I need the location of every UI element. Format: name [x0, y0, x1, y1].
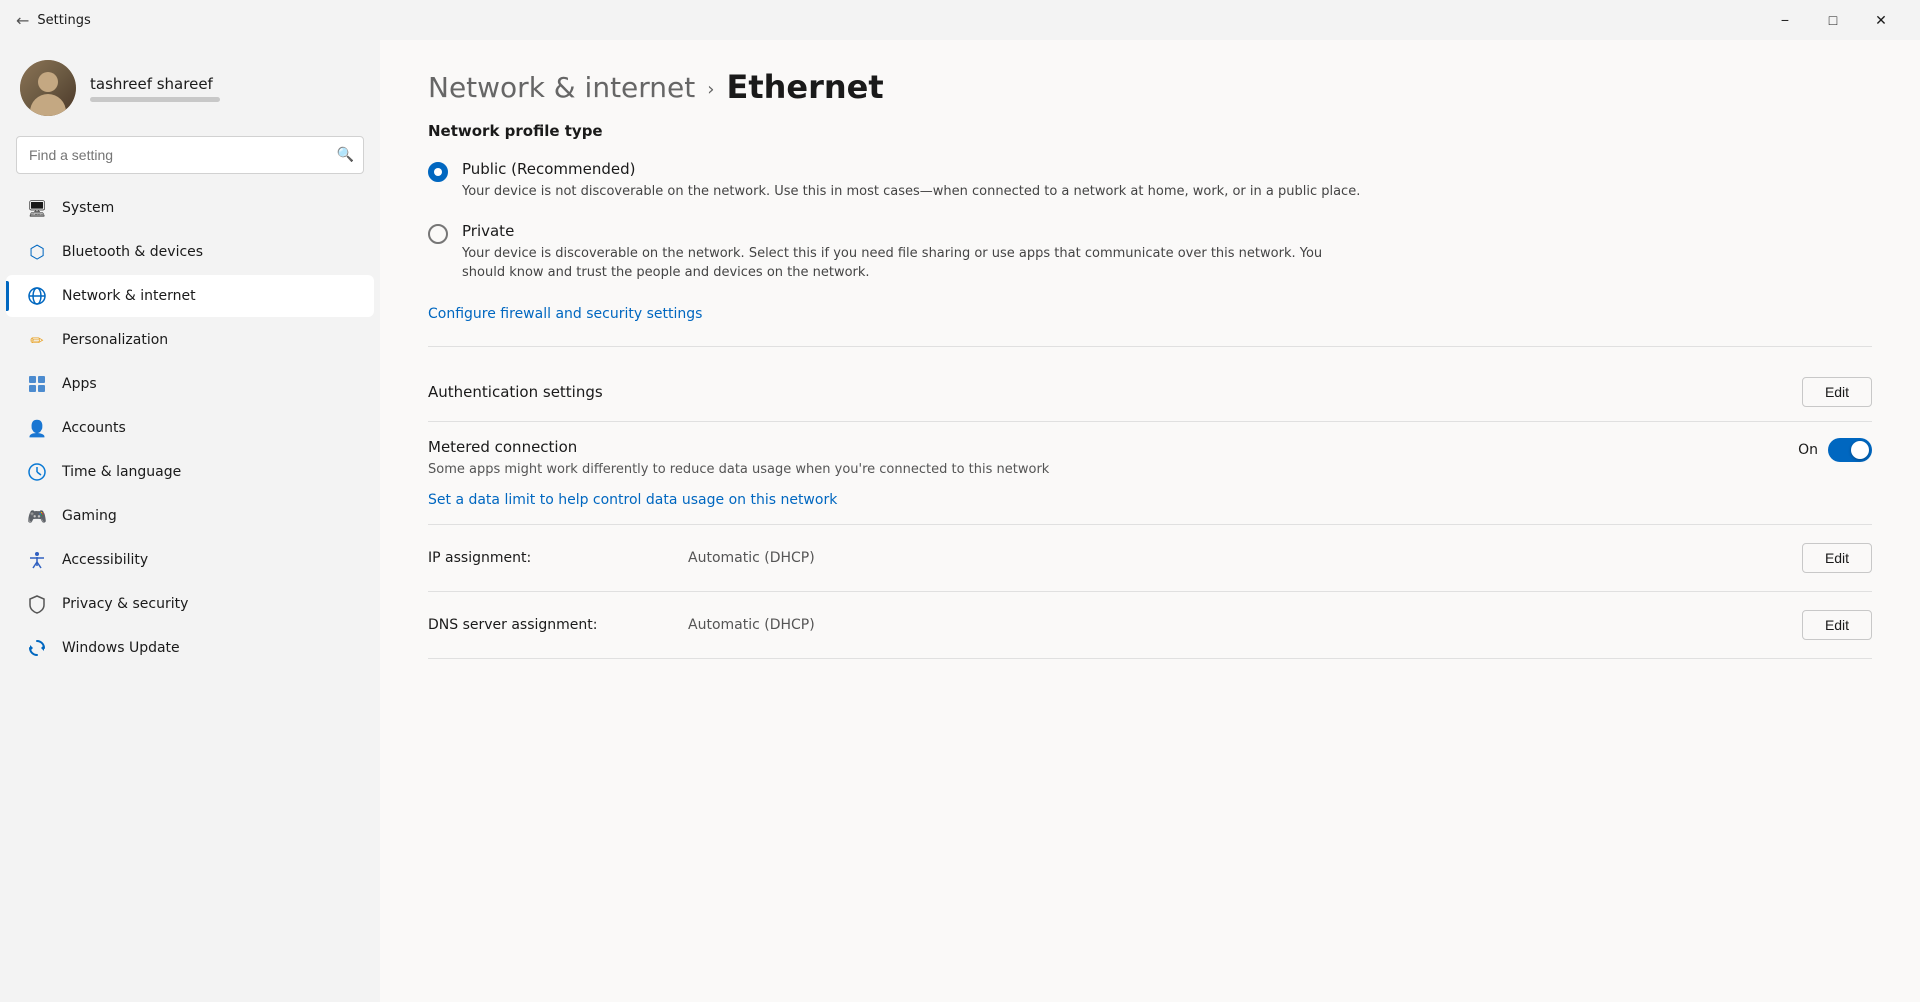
sidebar-item-label-update: Windows Update	[62, 640, 180, 656]
dns-row: DNS server assignment: Automatic (DHCP) …	[428, 592, 1872, 659]
breadcrumb-current: Ethernet	[726, 68, 883, 106]
sidebar-item-label-accessibility: Accessibility	[62, 552, 148, 568]
apps-icon	[26, 373, 48, 395]
sidebar-item-bluetooth[interactable]: ⬡ Bluetooth & devices	[6, 231, 374, 273]
profile-section-title: Network profile type	[428, 122, 1872, 140]
metered-label: Metered connection	[428, 438, 1049, 456]
breadcrumb: Network & internet › Ethernet	[380, 40, 1920, 122]
breadcrumb-separator: ›	[707, 79, 714, 100]
dns-value: Automatic (DHCP)	[688, 617, 1802, 633]
profile-section: Network profile type Public (Recommended…	[428, 122, 1872, 322]
sidebar-item-label-accounts: Accounts	[62, 420, 126, 436]
search-input[interactable]	[16, 136, 364, 174]
content-inner: Network profile type Public (Recommended…	[380, 122, 1920, 699]
search-box: 🔍	[16, 136, 364, 174]
divider-1	[428, 346, 1872, 347]
sidebar-item-gaming[interactable]: 🎮 Gaming	[6, 495, 374, 537]
sidebar-item-label-apps: Apps	[62, 376, 97, 392]
metered-link-container: Set a data limit to help control data us…	[428, 489, 1872, 508]
time-icon	[26, 461, 48, 483]
metered-desc: Some apps might work differently to redu…	[428, 462, 1049, 477]
ip-assignment-key: IP assignment:	[428, 550, 688, 566]
auth-label: Authentication settings	[428, 383, 603, 401]
ip-edit-button[interactable]: Edit	[1802, 543, 1872, 573]
sidebar-item-update[interactable]: Windows Update	[6, 627, 374, 669]
sidebar-item-privacy[interactable]: Privacy & security	[6, 583, 374, 625]
public-desc: Your device is not discoverable on the n…	[462, 182, 1360, 202]
content-area: Network & internet › Ethernet Network pr…	[380, 40, 1920, 1002]
data-limit-link[interactable]: Set a data limit to help control data us…	[428, 492, 837, 508]
maximize-button[interactable]: □	[1810, 4, 1856, 36]
avatar[interactable]	[20, 60, 76, 116]
user-info: tashreef shareef	[90, 75, 220, 102]
sidebar-item-label-time: Time & language	[62, 464, 181, 480]
public-text-group: Public (Recommended) Your device is not …	[462, 160, 1360, 202]
sidebar-item-time[interactable]: Time & language	[6, 451, 374, 493]
sidebar-item-label-gaming: Gaming	[62, 508, 117, 524]
sidebar-item-accessibility[interactable]: Accessibility	[6, 539, 374, 581]
public-radio-option[interactable]: Public (Recommended) Your device is not …	[428, 160, 1872, 202]
private-desc: Your device is discoverable on the netwo…	[462, 244, 1362, 283]
window-title: Settings	[37, 13, 90, 28]
sidebar-item-network[interactable]: Network & internet	[6, 275, 374, 317]
metered-text-group: Metered connection Some apps might work …	[428, 438, 1049, 477]
ip-assignment-row: IP assignment: Automatic (DHCP) Edit	[428, 525, 1872, 592]
user-section: tashreef shareef	[0, 40, 380, 132]
metered-toggle-label: On	[1798, 442, 1818, 458]
bluetooth-icon: ⬡	[26, 241, 48, 263]
personalization-icon: ✏	[26, 329, 48, 351]
dns-key: DNS server assignment:	[428, 617, 688, 633]
private-label: Private	[462, 222, 1362, 240]
sidebar-item-system[interactable]: 🖥 System	[6, 187, 374, 229]
system-icon: 🖥	[26, 197, 48, 219]
auth-edit-button[interactable]: Edit	[1802, 377, 1872, 407]
private-radio-button[interactable]	[428, 224, 448, 244]
dns-edit-button[interactable]: Edit	[1802, 610, 1872, 640]
private-text-group: Private Your device is discoverable on t…	[462, 222, 1362, 283]
accounts-icon: 👤	[26, 417, 48, 439]
gaming-icon: 🎮	[26, 505, 48, 527]
privacy-icon	[26, 593, 48, 615]
metered-toggle[interactable]	[1828, 438, 1872, 462]
firewall-link[interactable]: Configure firewall and security settings	[428, 306, 702, 322]
auth-settings-row: Authentication settings Edit	[428, 363, 1872, 422]
private-radio-option[interactable]: Private Your device is discoverable on t…	[428, 222, 1872, 283]
minimize-button[interactable]: −	[1762, 4, 1808, 36]
metered-section: Metered connection Some apps might work …	[428, 422, 1872, 525]
user-progress-bar	[90, 97, 220, 102]
accessibility-icon	[26, 549, 48, 571]
breadcrumb-parent[interactable]: Network & internet	[428, 71, 695, 104]
sidebar-item-label-privacy: Privacy & security	[62, 596, 188, 612]
public-radio-button[interactable]	[428, 162, 448, 182]
sidebar-item-label-personalization: Personalization	[62, 332, 168, 348]
sidebar-item-label-network: Network & internet	[62, 288, 196, 304]
sidebar-item-apps[interactable]: Apps	[6, 363, 374, 405]
sidebar-item-accounts[interactable]: 👤 Accounts	[6, 407, 374, 449]
title-bar: ← Settings − □ ✕	[0, 0, 1920, 40]
metered-toggle-container: On	[1798, 438, 1872, 462]
app-body: tashreef shareef 🔍 🖥 System ⬡ Bluetooth …	[0, 40, 1920, 1002]
sidebar: tashreef shareef 🔍 🖥 System ⬡ Bluetooth …	[0, 40, 380, 1002]
sidebar-item-label-system: System	[62, 200, 114, 216]
window-controls: − □ ✕	[1762, 4, 1904, 36]
sidebar-item-personalization[interactable]: ✏ Personalization	[6, 319, 374, 361]
sidebar-item-label-bluetooth: Bluetooth & devices	[62, 244, 203, 260]
close-button[interactable]: ✕	[1858, 4, 1904, 36]
user-name: tashreef shareef	[90, 75, 220, 93]
ip-assignment-value: Automatic (DHCP)	[688, 550, 1802, 566]
public-label: Public (Recommended)	[462, 160, 1360, 178]
update-icon	[26, 637, 48, 659]
search-icon: 🔍	[337, 147, 354, 163]
back-icon[interactable]: ←	[16, 11, 29, 30]
network-icon	[26, 285, 48, 307]
avatar-image	[20, 60, 76, 116]
metered-top: Metered connection Some apps might work …	[428, 438, 1872, 477]
